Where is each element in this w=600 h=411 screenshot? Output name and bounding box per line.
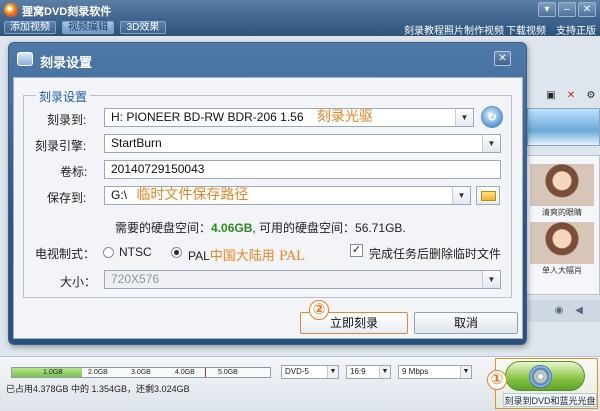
download-video-link[interactable]: 下载视频: [506, 22, 546, 37]
aspect-ratio-value: 16:9: [350, 367, 366, 376]
template-thumbnail[interactable]: [530, 222, 594, 264]
delete-temp-label[interactable]: 完成任务后删除临时文件: [369, 245, 501, 262]
chevron-down-icon: ▼: [379, 366, 390, 378]
image-icon[interactable]: ▣: [545, 90, 557, 102]
disc-type-select[interactable]: DVD-5 ▼: [281, 365, 339, 379]
template-caption: 单人大幅肖: [542, 266, 582, 275]
camera-icon[interactable]: ◉: [553, 305, 565, 317]
volume-label: 卷标:: [60, 165, 88, 179]
template-thumbnail[interactable]: [530, 164, 594, 206]
engine-value: StartBurn: [111, 136, 162, 150]
volume-icon[interactable]: ◀: [573, 305, 585, 317]
burn-tutorial-link[interactable]: 刻录教程: [404, 22, 444, 37]
folder-icon: [481, 191, 496, 201]
cancel-button[interactable]: 取消: [414, 312, 518, 334]
volume-value: 20140729150043: [111, 162, 205, 176]
thumb-tools: ▣ ✕ ⚙: [545, 90, 597, 102]
disk-space-prefix: 需要的硬盘空间：: [115, 221, 212, 235]
engine-label: 刻录引擎:: [35, 139, 87, 153]
capacity-tick: 3.0GB: [131, 369, 151, 376]
menu-template-thumbnail[interactable]: [527, 108, 600, 146]
pal-label: PAL: [188, 249, 210, 263]
dialog-title: 刻录设置: [40, 55, 93, 70]
menu-bar: 添加视频 视频编辑 3D效果 刻录教程 照片制作视频 下载视频 支持正版: [0, 20, 600, 37]
chevron-down-icon: ▼: [327, 366, 338, 378]
ntsc-label[interactable]: NTSC: [119, 245, 152, 259]
app-title: 狸窝DVD刻录软件: [22, 6, 112, 18]
ntsc-radio[interactable]: [103, 247, 114, 258]
app-logo-icon: [4, 3, 18, 17]
add-video-button[interactable]: 添加视频: [4, 21, 56, 34]
chevron-down-icon: ▼: [482, 271, 500, 288]
window-controls: ▾ – ✕: [538, 2, 596, 17]
menu-dropdown-button[interactable]: ▾: [538, 2, 556, 17]
capacity-tick: 4.0GB: [175, 369, 195, 376]
temp-path-annotation: 临时文件保存路径: [136, 187, 249, 203]
template-list: 清爽的眼睛 单人大幅肖: [523, 155, 600, 295]
aspect-ratio-select[interactable]: 16:9 ▼: [346, 365, 391, 379]
pal-annotation: 中国大陆用 PAL: [209, 249, 305, 264]
marker-two: ②: [309, 300, 329, 320]
tv-system-label: 电视制式：: [35, 247, 96, 261]
dialog-close-button[interactable]: ✕: [494, 51, 511, 66]
save-to-label: 保存到:: [47, 191, 87, 205]
video-edit-button[interactable]: 视频编辑: [62, 21, 114, 34]
save-to-dropdown[interactable]: G:\ 临时文件保存路径 ▼: [104, 186, 471, 205]
size-dropdown: 720X576 ▼: [104, 270, 501, 289]
disk-space-info: 需要的硬盘空间：4.06GB, 可用的硬盘空间：56.71GB.: [115, 219, 406, 236]
disc-type-value: DVD-5: [285, 367, 310, 376]
support-link[interactable]: 支持正版: [556, 22, 596, 37]
volume-input[interactable]: 20140729150043: [104, 160, 501, 179]
pal-radio[interactable]: [171, 247, 182, 258]
capacity-tick: 5.0GB: [218, 369, 238, 376]
capacity-limit-marker: [205, 368, 206, 377]
3d-effect-button[interactable]: 3D效果: [120, 21, 166, 34]
bitrate-value: 9 Mbps: [402, 367, 429, 376]
save-to-value: G:\: [111, 188, 128, 202]
capacity-tick: 2.0GB: [88, 369, 108, 376]
close-window-button[interactable]: ✕: [578, 2, 596, 17]
group-title: 刻录设置: [36, 88, 91, 105]
engine-dropdown[interactable]: StartBurn ▼: [104, 134, 501, 153]
disc-icon: [529, 365, 552, 388]
size-label: 大小：: [60, 275, 97, 289]
burn-to-value: H: PIONEER BD-RW BDR-206 1.56: [111, 110, 304, 124]
capacity-text: 已占用4.378GB 中的 1.354GB，还剩3.024GB: [6, 384, 190, 394]
refresh-drive-icon[interactable]: ↻: [481, 106, 503, 128]
chevron-down-icon: ▼: [460, 366, 471, 378]
burn-to-label: 刻录到:: [47, 113, 87, 127]
title-bar: 狸窝DVD刻录软件 ▾ – ✕: [0, 0, 600, 20]
template-caption: 清爽的眼睛: [542, 208, 582, 217]
preview-controls: ◉ ◀: [523, 300, 600, 322]
bitrate-select[interactable]: 9 Mbps ▼: [398, 365, 472, 379]
chevron-down-icon: ▼: [455, 109, 473, 126]
chevron-down-icon: ▼: [482, 135, 500, 152]
delete-temp-checkbox[interactable]: ✓: [350, 244, 363, 257]
available-space-value: 56.71GB.: [355, 221, 406, 235]
size-value: 720X576: [111, 272, 160, 286]
settings-icon[interactable]: ⚙: [585, 90, 597, 102]
photo-video-link[interactable]: 照片制作视频: [444, 22, 504, 37]
browse-folder-button[interactable]: [476, 186, 500, 205]
marker-one: ①: [487, 370, 507, 390]
disk-space-middle: , 可用的硬盘空间：: [252, 221, 356, 235]
minimize-button[interactable]: –: [558, 2, 576, 17]
dialog-icon: [17, 52, 33, 66]
burn-drive-annotation: 刻录光驱: [316, 109, 373, 125]
delete-icon[interactable]: ✕: [565, 90, 577, 102]
burn-to-dropdown[interactable]: H: PIONEER BD-RW BDR-206 1.56 刻录光驱 ▼: [104, 108, 474, 127]
pal-option[interactable]: PAL中国大陆用 PAL: [188, 245, 305, 264]
burn-button-label[interactable]: 刻录到DVD和蓝光光盘: [503, 393, 597, 407]
needed-space-value: 4.06GB: [211, 221, 253, 235]
capacity-tick: 1.0GB: [43, 369, 63, 376]
chevron-down-icon: ▼: [452, 187, 470, 204]
